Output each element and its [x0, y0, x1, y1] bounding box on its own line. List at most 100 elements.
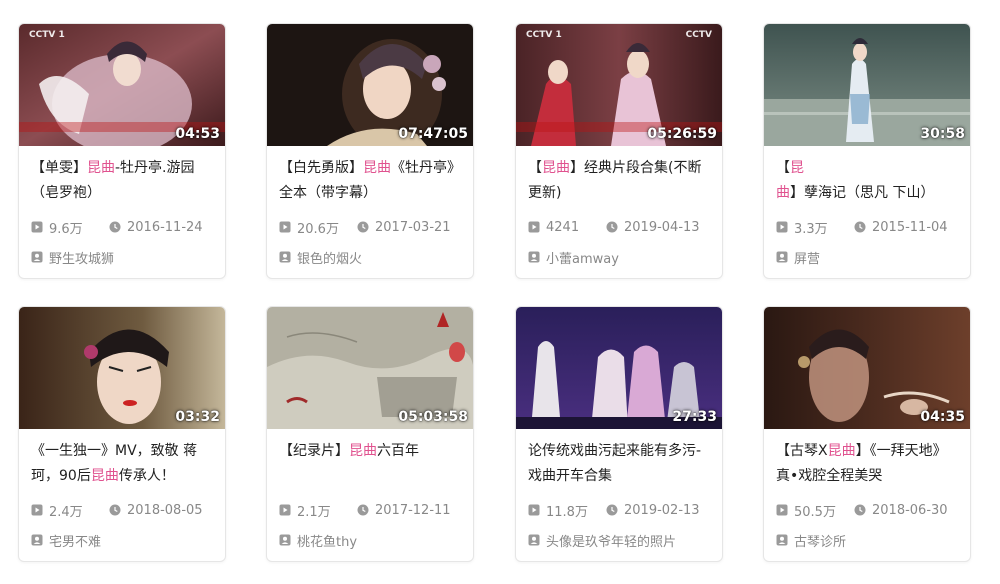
video-title[interactable]: 【昆曲】孽海记（思凡 下山）: [776, 156, 958, 208]
upload-date: 2017-03-21: [375, 219, 451, 235]
author-name[interactable]: 小蕾amway: [546, 248, 619, 267]
user-icon: [776, 534, 788, 546]
view-count: 20.6万: [297, 221, 339, 237]
user-icon: [31, 251, 43, 263]
video-thumbnail[interactable]: 30:58: [764, 24, 970, 146]
video-thumbnail[interactable]: CCTV 1 04:53: [19, 24, 225, 146]
video-card[interactable]: 07:47:05 【白先勇版】昆曲《牡丹亭》全本（带字幕） 20.6万 2017…: [266, 23, 474, 279]
video-thumbnail[interactable]: 27:33: [516, 307, 722, 429]
author-name[interactable]: 银色的烟火: [297, 248, 362, 267]
view-count: 11.8万: [546, 504, 588, 520]
play-icon: [279, 221, 291, 233]
video-duration: 05:03:58: [398, 409, 468, 425]
video-duration: 03:32: [175, 409, 220, 425]
keyword-highlight: 昆曲: [87, 160, 115, 176]
video-meta: 9.6万 2016-11-24: [31, 218, 213, 237]
author-name[interactable]: 桃花鱼thy: [297, 531, 357, 550]
video-meta: 50.5万 2018-06-30: [776, 501, 958, 520]
upload-date: 2019-04-13: [624, 219, 700, 235]
video-author[interactable]: 宅男不难: [31, 531, 213, 549]
channel-logo: CCTV 1: [29, 30, 65, 40]
video-author[interactable]: 桃花鱼thy: [279, 531, 461, 549]
author-name[interactable]: 古琴诊所: [794, 531, 846, 550]
play-icon: [776, 504, 788, 516]
keyword-highlight: 昆曲: [363, 160, 391, 176]
upload-date: 2019-02-13: [624, 502, 700, 518]
user-icon: [528, 534, 540, 546]
video-author[interactable]: 野生攻城狮: [31, 248, 213, 266]
clock-icon: [854, 504, 866, 516]
video-author[interactable]: 屏营: [776, 248, 958, 266]
video-meta: 2.4万 2018-08-05: [31, 501, 213, 520]
upload-date: 2017-12-11: [375, 502, 451, 518]
video-card[interactable]: 04:35 【古琴X昆曲】《一拜天地》 真•戏腔全程美哭 50.5万 2018-…: [763, 306, 971, 562]
video-duration: 27:33: [672, 409, 717, 425]
video-card[interactable]: CCTV 1 CCTV 05:26:59 【昆曲】经典片段合集(不断更新) 42…: [515, 23, 723, 279]
play-icon: [528, 221, 540, 233]
video-title[interactable]: 【古琴X昆曲】《一拜天地》 真•戏腔全程美哭: [776, 439, 958, 491]
video-meta: 4241 2019-04-13: [528, 218, 710, 236]
clock-icon: [109, 504, 121, 516]
video-duration: 05:26:59: [647, 126, 717, 142]
video-author[interactable]: 小蕾amway: [528, 248, 710, 266]
video-title[interactable]: 【单雯】昆曲-牡丹亭.游园（皂罗袍）: [31, 156, 213, 208]
user-icon: [31, 534, 43, 546]
view-count: 9.6万: [49, 221, 83, 237]
video-meta: 2.1万 2017-12-11: [279, 501, 461, 520]
video-card[interactable]: 05:03:58 【纪录片】昆曲六百年 2.1万 2017-12-11 桃花鱼t…: [266, 306, 474, 562]
video-thumbnail[interactable]: 07:47:05: [267, 24, 473, 146]
video-thumbnail[interactable]: 03:32: [19, 307, 225, 429]
video-card[interactable]: 27:33 论传统戏曲污起来能有多污-戏曲开车合集 11.8万 2019-02-…: [515, 306, 723, 562]
video-duration: 30:58: [920, 126, 965, 142]
user-icon: [279, 251, 291, 263]
video-title[interactable]: 论传统戏曲污起来能有多污-戏曲开车合集: [528, 439, 710, 491]
video-author[interactable]: 古琴诊所: [776, 531, 958, 549]
video-thumbnail[interactable]: 04:35: [764, 307, 970, 429]
video-grid: CCTV 1 04:53 【单雯】昆曲-牡丹亭.游园（皂罗袍） 9.6万 201…: [0, 0, 1000, 584]
author-name[interactable]: 头像是玖爷年轻的照片: [546, 531, 676, 550]
author-name[interactable]: 屏营: [794, 248, 820, 267]
video-title[interactable]: 【昆曲】经典片段合集(不断更新): [528, 156, 710, 208]
upload-date: 2018-08-05: [127, 502, 203, 518]
keyword-highlight: 昆曲: [349, 443, 377, 459]
video-meta: 3.3万 2015-11-04: [776, 218, 958, 237]
video-duration: 04:35: [920, 409, 965, 425]
play-icon: [528, 504, 540, 516]
video-author[interactable]: 头像是玖爷年轻的照片: [528, 531, 710, 549]
play-icon: [31, 504, 43, 516]
clock-icon: [854, 221, 866, 233]
view-count: 2.4万: [49, 504, 83, 520]
upload-date: 2015-11-04: [872, 219, 948, 235]
video-author[interactable]: 银色的烟火: [279, 248, 461, 266]
play-icon: [31, 221, 43, 233]
video-title[interactable]: 【白先勇版】昆曲《牡丹亭》全本（带字幕）: [279, 156, 461, 208]
video-card[interactable]: 03:32 《一生独一》MV，致敬 蒋珂，90后昆曲传承人！ 2.4万 2018…: [18, 306, 226, 562]
upload-date: 2016-11-24: [127, 219, 203, 235]
video-duration: 04:53: [175, 126, 220, 142]
author-name[interactable]: 宅男不难: [49, 531, 101, 550]
channel-logo: CCTV: [685, 30, 712, 40]
user-icon: [776, 251, 788, 263]
video-meta: 11.8万 2019-02-13: [528, 501, 710, 520]
video-meta: 20.6万 2017-03-21: [279, 218, 461, 237]
clock-icon: [109, 221, 121, 233]
upload-date: 2018-06-30: [872, 502, 948, 518]
video-card[interactable]: CCTV 1 04:53 【单雯】昆曲-牡丹亭.游园（皂罗袍） 9.6万 201…: [18, 23, 226, 279]
view-count: 50.5万: [794, 504, 836, 520]
author-name[interactable]: 野生攻城狮: [49, 248, 114, 267]
video-thumbnail[interactable]: CCTV 1 CCTV 05:26:59: [516, 24, 722, 146]
video-thumbnail[interactable]: 05:03:58: [267, 307, 473, 429]
video-title[interactable]: 《一生独一》MV，致敬 蒋珂，90后昆曲传承人！: [31, 439, 213, 491]
video-card[interactable]: 30:58 【昆曲】孽海记（思凡 下山） 3.3万 2015-11-04 屏营: [763, 23, 971, 279]
clock-icon: [606, 221, 618, 233]
clock-icon: [357, 504, 369, 516]
keyword-highlight: 昆曲: [90, 468, 119, 484]
clock-icon: [606, 504, 618, 516]
view-count: 4241: [546, 219, 580, 235]
video-duration: 07:47:05: [398, 126, 468, 142]
view-count: 3.3万: [794, 221, 828, 237]
video-title[interactable]: 【纪录片】昆曲六百年: [279, 439, 461, 491]
channel-logo: CCTV 1: [526, 30, 562, 40]
keyword-highlight: 昆曲: [827, 443, 856, 459]
keyword-highlight: 昆曲: [542, 160, 570, 176]
